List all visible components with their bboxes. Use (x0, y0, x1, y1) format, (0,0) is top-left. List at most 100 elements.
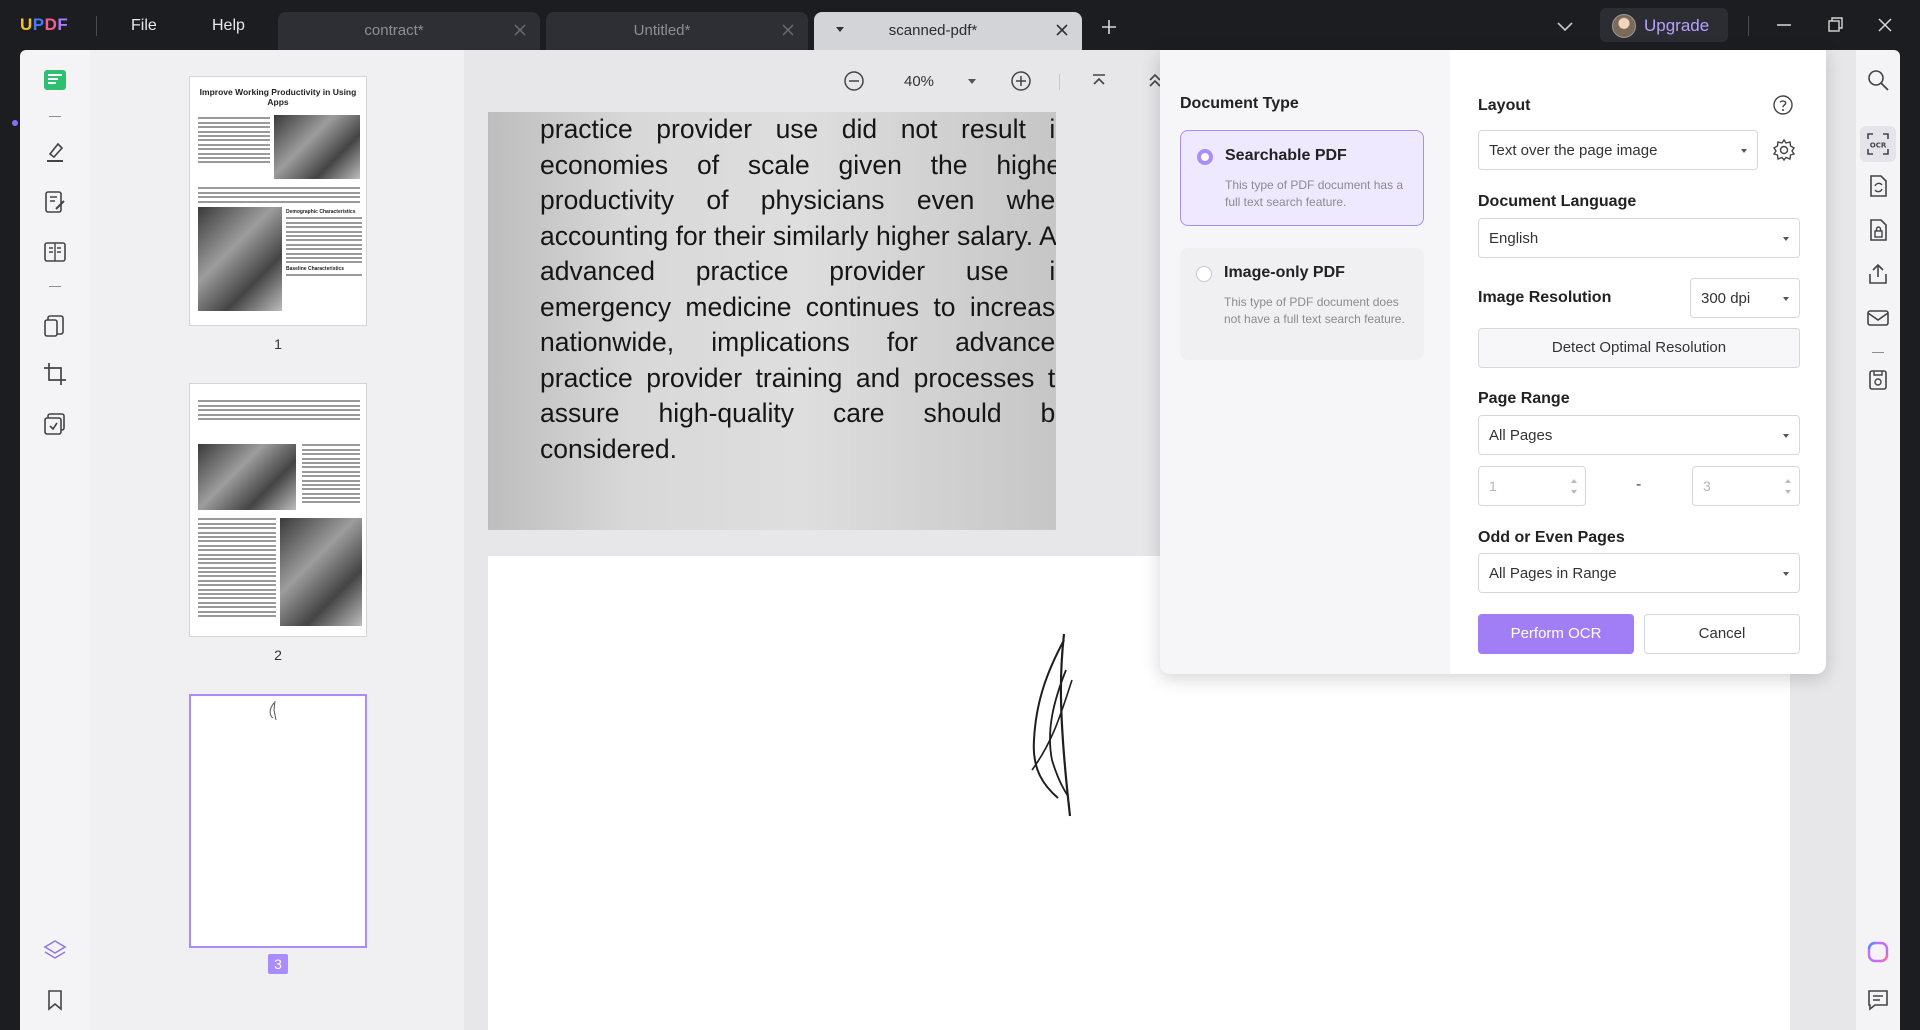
edit-pdf-icon (45, 191, 65, 213)
page-range-select[interactable]: All Pages (1478, 415, 1800, 455)
odd-even-select[interactable]: All Pages in Range (1478, 553, 1800, 593)
toolbar-separator (1059, 74, 1060, 90)
chevron-down-icon (1741, 149, 1747, 153)
option-image-only-pdf[interactable]: Image-only PDF This type of PDF document… (1180, 248, 1424, 360)
close-icon[interactable] (512, 22, 528, 38)
edit-tool-button[interactable] (37, 184, 73, 220)
range-to-value: 3 (1703, 478, 1711, 494)
plus-icon[interactable] (1100, 18, 1118, 36)
document-type-title: Document Type (1180, 95, 1299, 112)
thumbnail-page-1[interactable]: Improve Working Productivity in Using Ap… (189, 76, 367, 326)
option-searchable-pdf[interactable]: Searchable PDF This type of PDF document… (1180, 130, 1424, 226)
gear-icon[interactable] (1772, 138, 1796, 162)
chevron-down-icon (1783, 434, 1789, 438)
convert-icon[interactable] (1866, 174, 1890, 198)
layout-value: Text over the page image (1489, 142, 1658, 159)
ai-assistant-icon[interactable] (1866, 940, 1890, 964)
search-icon[interactable] (1866, 68, 1890, 92)
share-icon[interactable] (1866, 262, 1890, 286)
image-resolution-label: Image Resolution (1478, 289, 1612, 306)
avatar (1612, 14, 1636, 38)
chevron-down-icon (1783, 237, 1789, 241)
language-select[interactable]: English (1478, 218, 1800, 258)
tab-untitled[interactable]: Untitled* (546, 12, 808, 50)
bookmark-icon (48, 990, 62, 1011)
language-value: English (1489, 230, 1539, 247)
range-to-stepper[interactable]: 3 (1692, 466, 1800, 506)
step-up-icon[interactable] (1785, 479, 1791, 483)
organize-pages-icon (44, 315, 64, 337)
range-from-stepper[interactable]: 1 (1478, 466, 1586, 506)
range-dash: - (1636, 476, 1642, 493)
form-tool-button[interactable] (37, 234, 73, 270)
menu-file[interactable]: File (131, 17, 157, 35)
zoom-out-icon[interactable] (843, 70, 865, 92)
email-icon[interactable] (1866, 306, 1890, 330)
zoom-level[interactable]: 40% (904, 73, 934, 90)
form-icon (44, 242, 66, 262)
resolution-select[interactable]: 300 dpi (1690, 278, 1800, 318)
scanned-page-image: practice provider use did not result in … (488, 112, 1056, 530)
crop-pages-button[interactable] (37, 356, 73, 392)
title-bar: UPDF File Help contract* Untitled* scann… (0, 0, 1920, 50)
ocr-panel: Document Type Searchable PDF This type o… (1160, 50, 1826, 674)
close-window-icon[interactable] (1876, 16, 1894, 34)
restore-icon[interactable] (1826, 16, 1844, 34)
odd-even-value: All Pages in Range (1489, 565, 1617, 582)
cancel-button[interactable]: Cancel (1644, 614, 1800, 654)
resolution-value: 300 dpi (1701, 290, 1751, 307)
layout-label: Layout (1478, 97, 1531, 114)
chevron-down-icon[interactable] (968, 79, 976, 84)
range-from-value: 1 (1489, 478, 1497, 494)
radio-image-only-pdf[interactable] (1196, 266, 1212, 282)
minimize-icon[interactable] (1775, 16, 1793, 34)
step-down-icon[interactable] (1571, 490, 1577, 494)
rail-separator (1872, 352, 1884, 353)
comment-tool-button[interactable] (37, 134, 73, 170)
close-icon[interactable] (780, 22, 796, 38)
ocr-icon[interactable]: OCR (1866, 132, 1890, 156)
thumbnail-panel: Improve Working Productivity in Using Ap… (90, 50, 464, 1030)
bookmark-button[interactable] (37, 982, 73, 1018)
step-up-icon[interactable] (1571, 479, 1577, 483)
layers-button[interactable] (37, 932, 73, 968)
tab-contract[interactable]: contract* (278, 12, 540, 50)
page-number-badge: 3 (268, 954, 288, 974)
tab-label: contract* (364, 22, 424, 39)
option-title: Searchable PDF (1225, 147, 1347, 164)
option-description: This type of PDF document does not have … (1224, 295, 1405, 326)
comments-icon[interactable] (1866, 988, 1890, 1012)
tools-icon (44, 413, 65, 435)
radio-searchable-pdf[interactable] (1197, 149, 1213, 165)
organize-pages-button[interactable] (37, 308, 73, 344)
left-tool-rail (12, 50, 90, 1030)
page-number: 1 (274, 336, 282, 352)
layout-select[interactable]: Text over the page image (1478, 130, 1758, 170)
tab-scanned-pdf[interactable]: scanned-pdf* (814, 12, 1082, 50)
menu-help[interactable]: Help (212, 17, 245, 35)
upgrade-button[interactable]: Upgrade (1600, 8, 1728, 42)
detect-optimal-resolution-button[interactable]: Detect Optimal Resolution (1478, 328, 1800, 368)
reader-mode-button[interactable] (37, 62, 73, 98)
document-type-section: Document Type Searchable PDF This type o… (1160, 50, 1450, 674)
perform-ocr-button[interactable]: Perform OCR (1478, 614, 1634, 654)
zoom-in-icon[interactable] (1010, 70, 1032, 92)
upgrade-label: Upgrade (1644, 16, 1710, 35)
signature-image (1031, 633, 1073, 817)
close-icon[interactable] (1054, 22, 1070, 38)
help-icon[interactable] (1772, 94, 1794, 116)
chevron-down-icon[interactable] (1556, 18, 1574, 34)
thumbnail-photo (198, 207, 282, 311)
thumbnail-page-3[interactable] (189, 694, 367, 948)
step-down-icon[interactable] (1785, 490, 1791, 494)
protect-icon[interactable] (1866, 218, 1890, 242)
save-icon[interactable] (1866, 368, 1890, 392)
first-page-icon[interactable] (1088, 70, 1110, 92)
option-description: This type of PDF document has a full tex… (1225, 178, 1404, 209)
thumbnail-page-2[interactable] (189, 383, 367, 637)
thumbnail-heading: Demographic Characteristics (286, 209, 356, 215)
thumbnail-heading: Baseline Characteristics (286, 265, 345, 272)
reader-icon (44, 70, 66, 90)
svg-text:OCR: OCR (1870, 142, 1887, 150)
tools-button[interactable] (37, 406, 73, 442)
